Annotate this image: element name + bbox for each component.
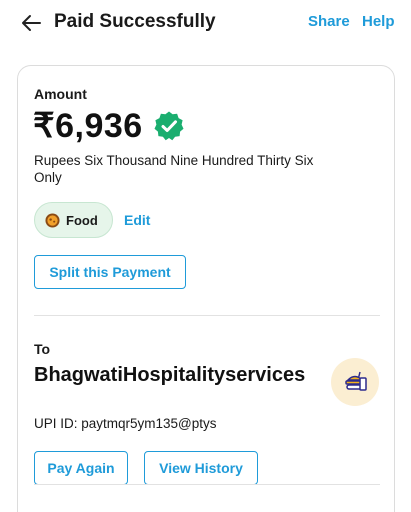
back-arrow-icon[interactable] [20, 12, 42, 34]
view-history-button[interactable]: View History [144, 451, 258, 485]
divider [34, 315, 380, 316]
split-payment-button[interactable]: Split this Payment [34, 255, 186, 289]
category-label: Food [66, 212, 98, 228]
help-link[interactable]: Help [362, 13, 395, 30]
to-label: To [34, 341, 51, 357]
upi-id: UPI ID: paytmqr5ym135@ptys [34, 416, 217, 431]
divider [34, 484, 380, 485]
verified-badge-icon [154, 111, 184, 141]
payment-details-card: Amount ₹6,936 Rupees Six Thousand Nine H… [17, 65, 395, 512]
food-merchant-icon [345, 371, 367, 391]
page-title: Paid Successfully [54, 11, 216, 32]
header-bar: Paid Successfully Share Help [0, 0, 411, 46]
merchant-avatar [331, 358, 379, 406]
edit-category-link[interactable]: Edit [124, 212, 150, 228]
share-link[interactable]: Share [308, 13, 350, 30]
amount-label: Amount [34, 86, 87, 102]
pay-again-button[interactable]: Pay Again [34, 451, 128, 485]
amount-in-words: Rupees Six Thousand Nine Hundred Thirty … [34, 153, 314, 185]
amount-value: ₹6,936 [33, 107, 143, 145]
category-chip[interactable]: Food [34, 202, 113, 238]
payee-name: BhagwatiHospitalityservices [34, 364, 306, 386]
amount-row: ₹6,936 [33, 106, 185, 146]
food-icon [45, 212, 60, 228]
